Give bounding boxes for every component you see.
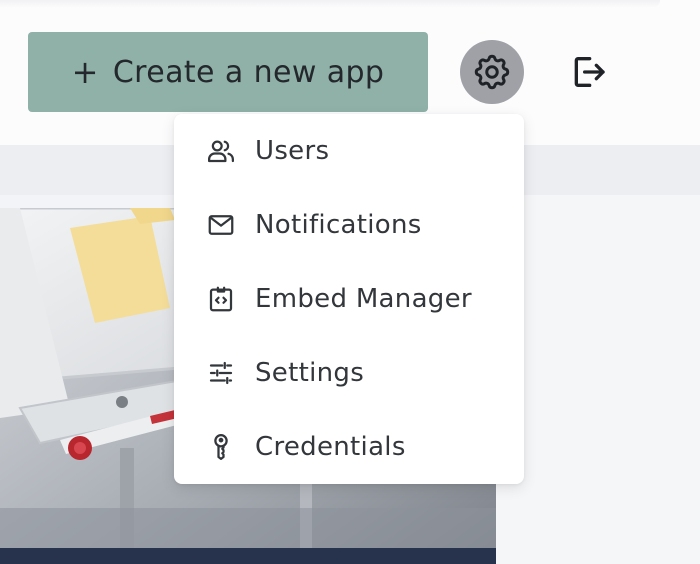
mail-icon bbox=[206, 210, 236, 240]
logout-button[interactable] bbox=[566, 50, 610, 94]
menu-item-settings[interactable]: Settings bbox=[174, 336, 524, 410]
app-card-footer bbox=[0, 548, 496, 564]
embed-icon bbox=[206, 284, 236, 314]
menu-item-label: Users bbox=[255, 136, 330, 166]
users-icon bbox=[206, 136, 236, 166]
menu-item-embed-manager[interactable]: Embed Manager bbox=[174, 262, 524, 336]
menu-item-label: Notifications bbox=[255, 210, 422, 240]
right-panel bbox=[496, 195, 700, 564]
header-shadow bbox=[0, 0, 660, 8]
settings-gear-button[interactable] bbox=[460, 40, 524, 104]
menu-item-notifications[interactable]: Notifications bbox=[174, 188, 524, 262]
menu-item-label: Settings bbox=[255, 358, 365, 388]
menu-item-label: Credentials bbox=[255, 432, 406, 462]
menu-item-users[interactable]: Users bbox=[174, 114, 524, 188]
app-page: + Create a new app Users Notifications E… bbox=[0, 0, 700, 564]
create-app-button[interactable]: + Create a new app bbox=[28, 32, 428, 112]
create-app-label: Create a new app bbox=[112, 54, 385, 90]
key-icon bbox=[206, 432, 236, 462]
menu-item-label: Embed Manager bbox=[255, 284, 472, 314]
plus-icon: + bbox=[71, 53, 99, 91]
gear-icon bbox=[474, 54, 510, 90]
sliders-icon bbox=[206, 358, 236, 388]
settings-dropdown-menu: Users Notifications Embed Manager Settin… bbox=[174, 114, 524, 484]
logout-icon bbox=[574, 57, 605, 88]
menu-item-credentials[interactable]: Credentials bbox=[174, 410, 524, 484]
